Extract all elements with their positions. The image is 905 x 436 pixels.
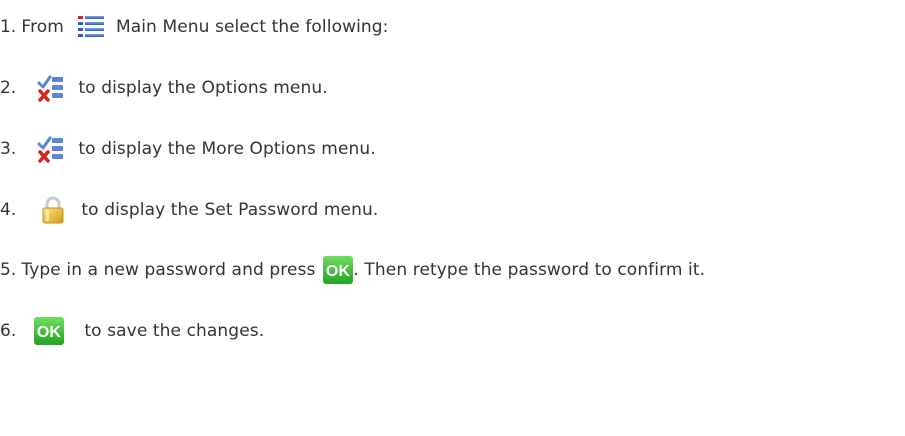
- step-number: 2.: [0, 78, 17, 98]
- ok-button-icon: OK: [323, 256, 354, 284]
- step-2: 2. to display the Options menu.: [0, 71, 328, 105]
- step-5: 5. Type in a new password and press OK .…: [0, 253, 705, 287]
- step-4: 4. to display the Set Password menu.: [0, 193, 378, 227]
- step-number: 5.: [0, 260, 17, 280]
- step-number: 6.: [0, 321, 17, 341]
- step-3: 3. to display the More Options menu.: [0, 132, 376, 166]
- ok-label: OK: [326, 263, 351, 280]
- step-text: to display the More Options menu.: [78, 139, 376, 159]
- step-number: 1.: [0, 17, 17, 37]
- options-checklist-icon: [36, 135, 64, 163]
- step-text: to display the Set Password menu.: [81, 200, 379, 220]
- step-prefix: From: [21, 17, 64, 37]
- padlock-icon: [41, 196, 65, 224]
- step-number: 3.: [0, 139, 17, 159]
- options-checklist-icon: [36, 74, 64, 102]
- ok-button-icon: OK: [34, 317, 65, 345]
- ok-label: OK: [37, 324, 62, 341]
- step-text: Main Menu select the following:: [115, 17, 389, 37]
- step-text: to save the changes.: [84, 321, 265, 341]
- step-6: 6. OK to save the changes.: [0, 314, 264, 348]
- step-suffix: . Then retype the password to confirm it…: [353, 260, 706, 280]
- main-menu-icon: [77, 15, 104, 39]
- step-text: Type in a new password and press: [21, 260, 316, 280]
- step-1: 1. From Main Menu select the following:: [0, 10, 389, 44]
- step-text: to display the Options menu.: [78, 78, 328, 98]
- step-number: 4.: [0, 200, 17, 220]
